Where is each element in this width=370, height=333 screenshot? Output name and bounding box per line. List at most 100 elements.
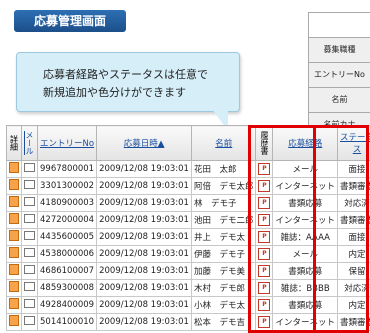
- table-row[interactable]: 48593000082009/12/08 19:03:01木村 デモ郎P雑誌：B…: [7, 280, 370, 297]
- pdf-icon[interactable]: P: [258, 180, 270, 192]
- name-cell: 池田 デモ二郎: [191, 212, 256, 229]
- route-cell: 書類応募: [273, 195, 338, 212]
- mail-cell[interactable]: [22, 229, 38, 246]
- entry-no-cell: 4180900003: [38, 195, 97, 212]
- route-cell: 雑誌：AAAA: [273, 229, 338, 246]
- mail-cell[interactable]: [22, 212, 38, 229]
- mail-cell[interactable]: [22, 161, 38, 178]
- route-cell: インターネット: [273, 212, 338, 229]
- col-name[interactable]: 名前: [191, 126, 256, 161]
- pdf-icon[interactable]: P: [258, 248, 270, 260]
- applicant-table: 詳細 メール エントリーNo 応募日時▲ 名前 履歴書 応募経路 ステータス 9…: [6, 125, 370, 331]
- detail-cell[interactable]: [7, 178, 22, 195]
- detail-cell[interactable]: [7, 212, 22, 229]
- col-entry-no[interactable]: エントリーNo: [38, 126, 97, 161]
- info-callout: 応募者経路やステータスは任意で 新規追加や色分けができます: [16, 52, 240, 112]
- table-row[interactable]: 42720000042009/12/08 19:03:01池田 デモ二郎Pインタ…: [7, 212, 370, 229]
- document-icon[interactable]: [9, 264, 19, 275]
- resume-cell[interactable]: P: [256, 263, 273, 280]
- status-cell: 書類審査: [338, 314, 370, 331]
- mail-icon[interactable]: [24, 282, 35, 291]
- detail-cell[interactable]: [7, 161, 22, 178]
- col-date[interactable]: 応募日時▲: [97, 126, 192, 161]
- mail-icon[interactable]: [24, 231, 35, 240]
- mail-cell[interactable]: [22, 178, 38, 195]
- resume-cell[interactable]: P: [256, 212, 273, 229]
- mail-cell[interactable]: [22, 280, 38, 297]
- table-row[interactable]: 44356000052009/12/08 19:03:01井上 デモ太P雑誌：A…: [7, 229, 370, 246]
- resume-cell[interactable]: P: [256, 195, 273, 212]
- table-row[interactable]: 41809000032009/12/08 19:03:01林 デモ子P書類応募対…: [7, 195, 370, 212]
- table-row[interactable]: 50141000102009/12/08 19:03:01松本 デモ吉Pインター…: [7, 314, 370, 331]
- name-cell: 阿倍 デモ太郎: [191, 178, 256, 195]
- mail-cell[interactable]: [22, 297, 38, 314]
- table-row[interactable]: 33013000022009/12/08 19:03:01阿倍 デモ太郎Pインタ…: [7, 178, 370, 195]
- pdf-icon[interactable]: P: [258, 265, 270, 277]
- resume-cell[interactable]: P: [256, 178, 273, 195]
- document-icon[interactable]: [9, 230, 19, 241]
- mail-cell[interactable]: [22, 314, 38, 331]
- detail-cell[interactable]: [7, 229, 22, 246]
- side-blank-row: [309, 13, 370, 38]
- document-icon[interactable]: [9, 213, 19, 224]
- detail-cell[interactable]: [7, 280, 22, 297]
- col-status[interactable]: ステータス: [338, 126, 370, 161]
- date-cell: 2009/12/08 19:03:01: [97, 297, 192, 314]
- page-title: 応募管理画面: [14, 10, 126, 32]
- pdf-icon[interactable]: P: [258, 197, 270, 209]
- resume-cell[interactable]: P: [256, 246, 273, 263]
- document-icon[interactable]: [9, 179, 19, 190]
- route-cell: インターネット: [273, 314, 338, 331]
- resume-cell[interactable]: P: [256, 314, 273, 331]
- route-cell: メール: [273, 246, 338, 263]
- side-label-position: 募集職種: [309, 38, 370, 63]
- name-cell: 花田 太郎: [191, 161, 256, 178]
- mail-cell[interactable]: [22, 263, 38, 280]
- mail-cell[interactable]: [22, 195, 38, 212]
- pdf-icon[interactable]: P: [258, 282, 270, 294]
- table-row[interactable]: 45380000062009/12/08 19:03:01伊藤 デモ子Pメール内…: [7, 246, 370, 263]
- status-cell: 対応済: [338, 280, 370, 297]
- document-icon[interactable]: [9, 298, 19, 309]
- detail-cell[interactable]: [7, 246, 22, 263]
- status-cell: 保留: [338, 263, 370, 280]
- mail-icon[interactable]: [24, 248, 35, 257]
- col-route[interactable]: 応募経路: [273, 126, 338, 161]
- mail-icon[interactable]: [24, 299, 35, 308]
- table-row[interactable]: 99678000012009/12/08 19:03:01花田 太郎Pメール面接: [7, 161, 370, 178]
- pdf-icon[interactable]: P: [258, 163, 270, 175]
- document-icon[interactable]: [9, 162, 19, 173]
- detail-cell[interactable]: [7, 263, 22, 280]
- detail-cell[interactable]: [7, 195, 22, 212]
- resume-cell[interactable]: P: [256, 280, 273, 297]
- resume-cell[interactable]: P: [256, 229, 273, 246]
- entry-no-cell: 3301300002: [38, 178, 97, 195]
- document-icon[interactable]: [9, 315, 19, 326]
- mail-icon[interactable]: [24, 163, 35, 172]
- detail-cell[interactable]: [7, 297, 22, 314]
- document-icon[interactable]: [9, 196, 19, 207]
- status-cell: 対応済: [338, 195, 370, 212]
- document-icon[interactable]: [9, 281, 19, 292]
- mail-icon[interactable]: [24, 316, 35, 325]
- detail-cell[interactable]: [7, 314, 22, 331]
- document-icon[interactable]: [9, 247, 19, 258]
- mail-icon[interactable]: [24, 197, 35, 206]
- pdf-icon[interactable]: P: [258, 299, 270, 311]
- mail-icon[interactable]: [24, 180, 35, 189]
- mail-icon[interactable]: [24, 265, 35, 274]
- mail-cell[interactable]: [22, 246, 38, 263]
- resume-cell[interactable]: P: [256, 161, 273, 178]
- pdf-icon[interactable]: P: [258, 316, 270, 328]
- status-cell: 書類審査: [338, 212, 370, 229]
- name-cell: 小林 デモ太: [191, 297, 256, 314]
- name-cell: 井上 デモ太: [191, 229, 256, 246]
- table-row[interactable]: 49284000092009/12/08 19:03:01小林 デモ太P書類応募…: [7, 297, 370, 314]
- resume-cell[interactable]: P: [256, 297, 273, 314]
- mail-icon[interactable]: [24, 214, 35, 223]
- date-cell: 2009/12/08 19:03:01: [97, 212, 192, 229]
- pdf-icon[interactable]: P: [258, 231, 270, 243]
- pdf-icon[interactable]: P: [258, 214, 270, 226]
- date-cell: 2009/12/08 19:03:01: [97, 161, 192, 178]
- table-row[interactable]: 46861000072009/12/08 19:03:01加藤 デモ美P書類応募…: [7, 263, 370, 280]
